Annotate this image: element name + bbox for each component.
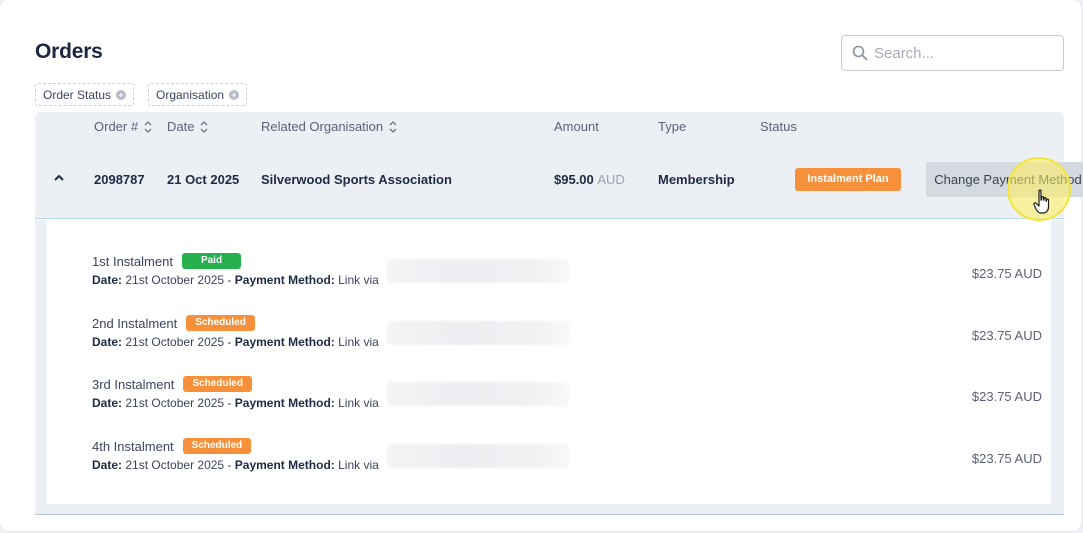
instalment-name: 4th Instalment	[92, 438, 174, 454]
instalment-title: 3rd Instalment Scheduled	[92, 376, 252, 392]
date-label: Date:	[92, 396, 123, 410]
status-badge: Scheduled	[182, 438, 252, 454]
chevron-up-icon[interactable]	[53, 173, 65, 183]
instalment-name: 3rd Instalment	[92, 376, 175, 392]
column-type: Type	[658, 119, 686, 134]
order-organisation: Silverwood Sports Association	[261, 172, 452, 187]
instalment-detail: Date: 21st October 2025 - Payment Method…	[92, 396, 379, 410]
instalment-amount: $23.75 AUD	[971, 389, 1042, 404]
date-value: 21st October 2025 -	[125, 396, 232, 410]
order-amount: $95.00 AUD	[554, 172, 625, 187]
method-label: Payment Method:	[234, 273, 335, 287]
sort-icon	[200, 120, 208, 133]
column-label: Related Organisation	[261, 119, 384, 134]
orders-card: Orders Order Status + Organisation + Ord…	[0, 0, 1083, 531]
method-value: Link via	[338, 273, 379, 287]
date-label: Date:	[92, 273, 123, 287]
filter-order-status[interactable]: Order Status +	[35, 83, 135, 106]
method-value: Link via	[338, 458, 379, 472]
order-date: 21 Oct 2025	[167, 172, 240, 187]
redacted-link	[387, 259, 569, 283]
column-label: Amount	[554, 119, 599, 134]
amount-currency: AUD	[597, 172, 625, 187]
column-label: Type	[658, 119, 687, 134]
filter-label: Order Status	[43, 87, 112, 102]
column-label: Order #	[94, 119, 139, 134]
sort-icon	[389, 120, 397, 133]
date-value: 21st October 2025 -	[125, 335, 232, 349]
column-amount: Amount	[554, 119, 599, 134]
filter-organisation[interactable]: Organisation +	[148, 83, 248, 106]
order-number: 2098787	[94, 172, 145, 187]
instalment-title: 4th Instalment Scheduled	[92, 438, 252, 454]
instalment-detail: Date: 21st October 2025 - Payment Method…	[92, 458, 379, 472]
list-item: 4th Instalment Scheduled Date: 21st Octo…	[92, 438, 1042, 484]
redacted-link	[387, 321, 569, 345]
redacted-link	[387, 382, 569, 406]
plus-icon: +	[116, 89, 127, 100]
status-badge: Instalment Plan	[795, 168, 901, 191]
status-badge: Scheduled	[186, 315, 255, 331]
date-label: Date:	[92, 458, 123, 472]
instalment-title: 1st Instalment Paid	[92, 253, 242, 269]
column-order-number[interactable]: Order #	[94, 119, 152, 134]
instalment-detail: Date: 21st October 2025 - Payment Method…	[92, 335, 379, 349]
date-value: 21st October 2025 -	[125, 273, 232, 287]
column-label: Date	[167, 119, 195, 134]
list-item: 3rd Instalment Scheduled Date: 21st Octo…	[92, 376, 1042, 422]
instalment-title: 2nd Instalment Scheduled	[92, 315, 255, 331]
search-input[interactable]	[874, 43, 1054, 63]
status-badge: Scheduled	[183, 376, 252, 392]
search-icon	[852, 45, 868, 61]
instalment-amount: $23.75 AUD	[971, 266, 1042, 281]
search-box[interactable]	[841, 35, 1064, 71]
date-label: Date:	[92, 335, 123, 349]
table-header: Order # Date Related Organisation Amount…	[35, 112, 1064, 140]
instalment-name: 2nd Instalment	[92, 315, 178, 331]
hand-cursor-icon	[1033, 189, 1050, 214]
list-item: 1st Instalment Paid Date: 21st October 2…	[92, 253, 1042, 299]
instalment-panel: 1st Instalment Paid Date: 21st October 2…	[35, 220, 1064, 515]
page-title: Orders	[35, 40, 103, 63]
method-label: Payment Method:	[234, 396, 335, 410]
table-row[interactable]: 2098787 21 Oct 2025 Silverwood Sports As…	[35, 140, 1083, 219]
filter-label: Organisation	[156, 87, 225, 102]
sort-icon	[144, 120, 152, 133]
status-badge: Paid	[181, 253, 242, 269]
method-value: Link via	[338, 335, 379, 349]
list-item: 2nd Instalment Scheduled Date: 21st Octo…	[92, 315, 1042, 361]
instalment-name: 1st Instalment	[92, 253, 173, 269]
instalment-amount: $23.75 AUD	[971, 451, 1042, 466]
method-value: Link via	[338, 396, 379, 410]
column-related-organisation[interactable]: Related Organisation	[261, 119, 397, 134]
column-status: Status	[760, 119, 797, 134]
instalment-list: 1st Instalment Paid Date: 21st October 2…	[47, 220, 1051, 504]
method-label: Payment Method:	[234, 335, 335, 349]
column-date[interactable]: Date	[167, 119, 208, 134]
instalment-amount: $23.75 AUD	[971, 328, 1042, 343]
column-label: Status	[760, 119, 797, 134]
method-label: Payment Method:	[234, 458, 335, 472]
instalment-detail: Date: 21st October 2025 - Payment Method…	[92, 273, 379, 287]
order-type: Membership	[658, 172, 735, 187]
date-value: 21st October 2025 -	[125, 458, 232, 472]
amount-value: $95.00	[554, 172, 594, 187]
redacted-link	[387, 444, 569, 468]
plus-icon: +	[229, 89, 240, 100]
